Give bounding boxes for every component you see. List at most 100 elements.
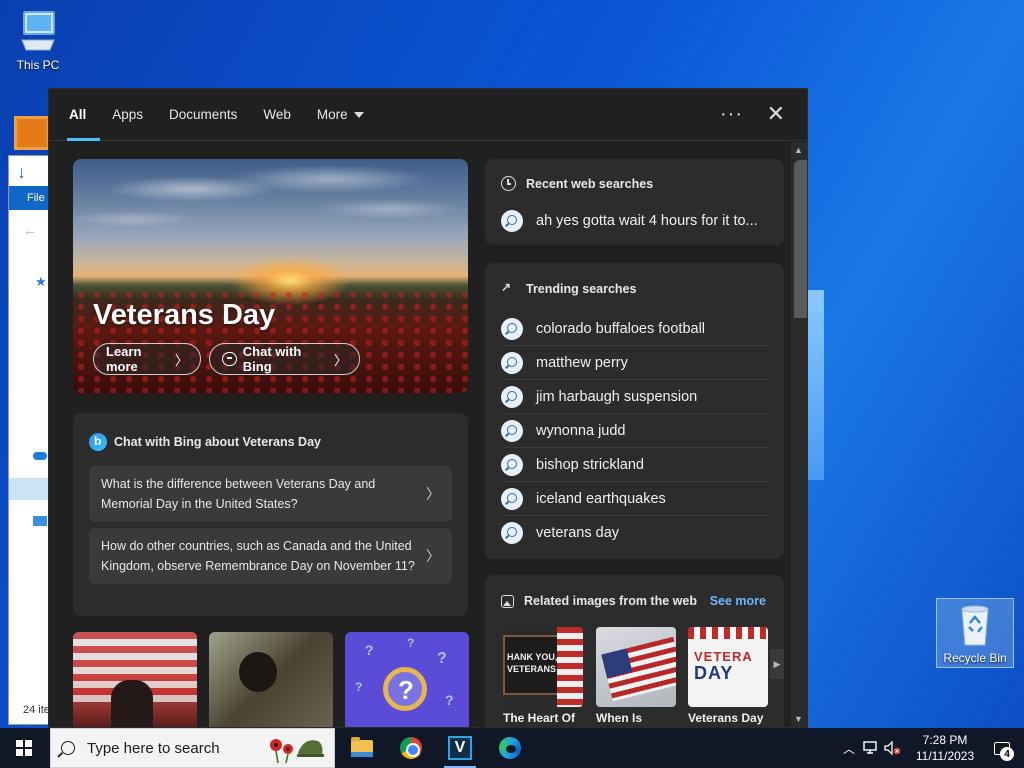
file-tab[interactable]: File: [27, 192, 45, 204]
windows-logo-icon: [16, 740, 32, 756]
trending-item[interactable]: matthew perry: [501, 346, 768, 380]
soldier-hug-thumbnail[interactable]: [209, 632, 333, 727]
chevron-right-icon: 〉: [426, 548, 440, 564]
clock[interactable]: 7:28 PM 11/11/2023: [910, 732, 980, 764]
thank-you-veterans-image[interactable]: HANK YOU, VETERANS: [503, 627, 583, 707]
poster-line-1: VETERA: [694, 649, 753, 664]
hero-clouds: [73, 159, 468, 259]
search-icon: [501, 419, 523, 442]
trending-searches-card: Trending searches colorado buffaloes foo…: [485, 263, 784, 559]
chrome-icon: [400, 737, 422, 759]
chat-question-text: How do other countries, such as Canada a…: [101, 539, 415, 573]
image-caption[interactable]: The Heart Of: [503, 711, 589, 725]
trending-text: jim harbaugh suspension: [536, 388, 698, 405]
image-caption[interactable]: When Is: [596, 711, 682, 725]
poster-text: VETERA DAY: [694, 649, 753, 683]
trending-text: veterans day: [536, 525, 620, 541]
veterans-day-search-highlight-icon[interactable]: [264, 733, 328, 765]
more-options-icon[interactable]: ···: [720, 103, 743, 126]
scroll-down-icon[interactable]: ▼: [794, 714, 803, 724]
flag-image[interactable]: [596, 627, 676, 707]
bing-chat-card: Chat with Bing about Veterans Day What i…: [73, 413, 468, 616]
trending-searches-label: Trending searches: [526, 282, 637, 296]
recent-searches-title: Recent web searches: [501, 176, 653, 191]
chat-question[interactable]: What is the difference between Veterans …: [89, 466, 452, 522]
chat-with-bing-button[interactable]: Chat with Bing 〉: [209, 343, 360, 375]
history-icon: [501, 176, 516, 191]
close-icon[interactable]: ✕: [767, 101, 785, 127]
v-app-icon: V: [448, 736, 472, 760]
trending-item[interactable]: jim harbaugh suspension: [501, 380, 768, 414]
trending-text: matthew perry: [536, 354, 628, 371]
trending-icon: [501, 280, 515, 294]
recent-searches-label: Recent web searches: [526, 176, 654, 191]
poster-line-2: DAY: [694, 663, 734, 683]
flag-graphic: [601, 636, 676, 702]
chevron-up-icon[interactable]: ︿: [838, 728, 860, 768]
trending-item[interactable]: colorado buffaloes football: [501, 312, 768, 346]
bing-icon: [89, 433, 107, 451]
clock-date: 11/11/2023: [915, 749, 975, 763]
chevron-right-icon: 〉: [333, 352, 347, 368]
bing-chat-title-label: Chat with Bing about Veterans Day: [114, 435, 321, 449]
pinned-app-desktop-icon[interactable]: [14, 116, 50, 150]
back-arrow-icon[interactable]: ←: [23, 222, 37, 238]
start-button[interactable]: [0, 728, 48, 768]
chat-bubble-icon: [222, 352, 237, 366]
recycle-bin-desktop-icon[interactable]: Recycle Bin: [936, 598, 1014, 668]
search-tabs: All Apps Documents Web More ··· ✕: [49, 89, 807, 141]
taskbar-search-box[interactable]: [50, 728, 335, 768]
trending-item[interactable]: wynonna judd: [501, 414, 768, 448]
vertical-scrollbar[interactable]: ▲ ▼: [791, 142, 807, 727]
tab-more[interactable]: More: [317, 89, 364, 141]
v-app-taskbar-button[interactable]: V: [436, 728, 484, 768]
edge-icon: [499, 737, 521, 759]
edge-taskbar-button[interactable]: [486, 728, 534, 768]
search-icon: [501, 210, 523, 232]
quick-access-icon[interactable]: ★: [35, 274, 47, 290]
taskbar-search-input[interactable]: [87, 739, 257, 757]
search-icon: [501, 385, 523, 408]
onedrive-icon[interactable]: [33, 452, 47, 460]
chalkboard-text: HANK YOU, VETERANS: [507, 652, 558, 674]
chrome-taskbar-button[interactable]: [387, 728, 435, 768]
tab-all[interactable]: All: [66, 89, 101, 141]
veterans-day-poster-image[interactable]: VETERA DAY: [688, 627, 768, 707]
network-icon[interactable]: [860, 728, 882, 768]
action-center-button[interactable]: 4: [980, 728, 1024, 768]
images-next-icon[interactable]: ▶: [770, 649, 784, 679]
chat-question[interactable]: How do other countries, such as Canada a…: [89, 528, 452, 584]
chevron-down-icon: [353, 111, 364, 118]
learn-more-label: Learn more: [106, 344, 142, 374]
tab-documents[interactable]: Documents: [169, 89, 237, 141]
chat-question-text: What is the difference between Veterans …: [101, 477, 376, 511]
file-explorer-taskbar-button[interactable]: [338, 728, 386, 768]
chat-with-bing-label: Chat with Bing: [242, 344, 302, 374]
volume-muted-icon[interactable]: [882, 728, 904, 768]
clock-time: 7:28 PM: [922, 733, 968, 747]
trending-item[interactable]: iceland earthquakes: [501, 482, 768, 516]
this-pc-desktop-icon[interactable]: This PC: [2, 10, 74, 72]
search-content: Veterans Day Learn more 〉 Chat with Bing…: [49, 142, 791, 727]
image-caption[interactable]: Veterans Day: [688, 711, 774, 725]
question-marks-thumbnail[interactable]: ? ? ? ? ? ?: [345, 632, 469, 727]
trending-item[interactable]: bishop strickland: [501, 448, 768, 482]
veterans-day-hero[interactable]: Veterans Day Learn more 〉 Chat with Bing…: [73, 159, 468, 393]
trending-item[interactable]: veterans day: [501, 516, 768, 550]
tab-web[interactable]: Web: [263, 89, 291, 141]
this-pc-label: This PC: [16, 58, 60, 72]
search-icon: [501, 453, 523, 476]
network-icon[interactable]: [33, 516, 47, 526]
trending-text: wynonna judd: [536, 422, 626, 439]
image-thumbnails: ? ? ? ? ? ?: [73, 632, 473, 727]
related-images-title: Related images from the web: [501, 594, 697, 608]
see-more-link[interactable]: See more: [710, 594, 766, 608]
scroll-up-icon[interactable]: ▲: [794, 145, 803, 155]
tab-apps[interactable]: Apps: [112, 89, 143, 141]
hero-title: Veterans Day: [93, 299, 276, 331]
recent-search-item[interactable]: ah yes gotta wait 4 hours for it to...: [501, 210, 758, 232]
learn-more-button[interactable]: Learn more 〉: [93, 343, 201, 375]
saluting-soldier-thumbnail[interactable]: [73, 632, 197, 727]
scrollbar-thumb[interactable]: [794, 160, 807, 318]
image-icon: [501, 594, 514, 608]
